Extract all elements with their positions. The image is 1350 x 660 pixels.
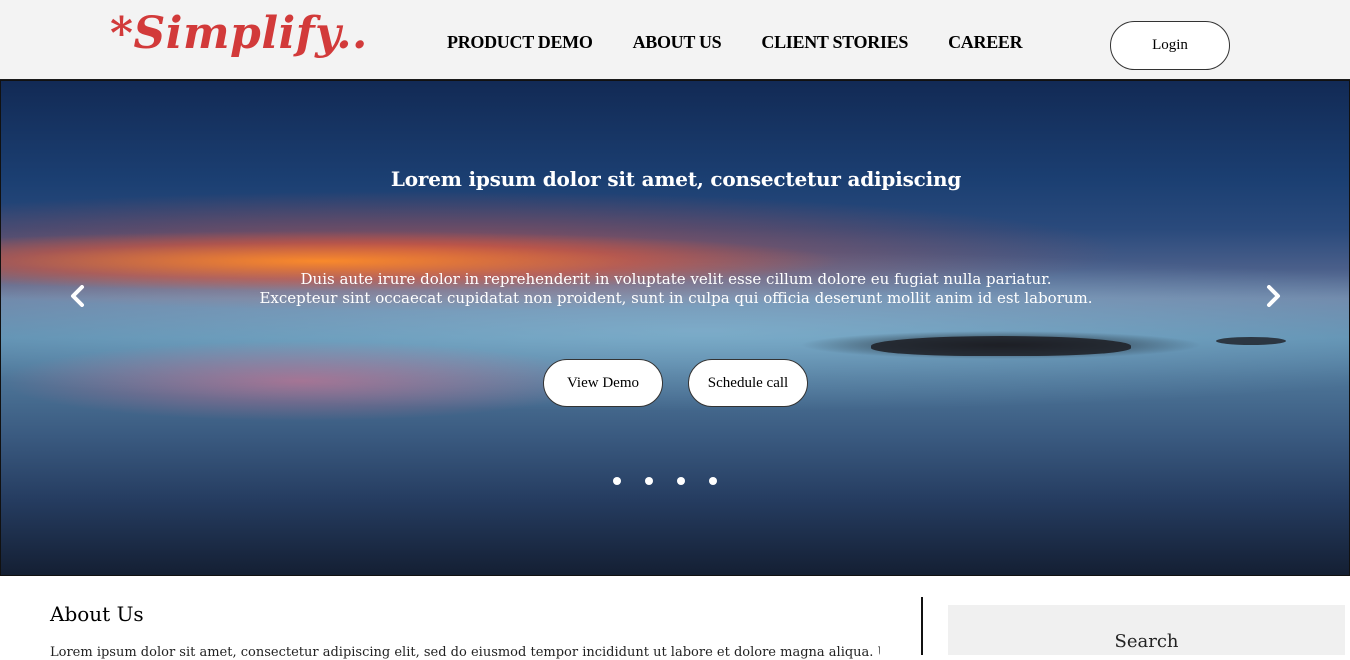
- hero-description: Duis aute irure dolor in reprehenderit i…: [1, 270, 1349, 308]
- hero-image-rock-small: [1216, 337, 1286, 345]
- about-us-heading: About Us: [50, 602, 144, 626]
- carousel-prev-button[interactable]: [65, 281, 89, 311]
- vertical-divider: [921, 597, 923, 655]
- nav-client-stories[interactable]: CLIENT STORIES: [761, 32, 908, 53]
- nav-career[interactable]: CAREER: [948, 32, 1023, 53]
- hero-title: Lorem ipsum dolor sit amet, consectetur …: [390, 167, 962, 191]
- hero-text-line-2: Excepteur sint occaecat cupidatat non pr…: [259, 289, 1093, 307]
- chevron-right-icon: [1267, 285, 1280, 307]
- search-heading: Search: [1114, 631, 1179, 652]
- view-demo-button[interactable]: View Demo: [543, 359, 663, 407]
- nav-product-demo[interactable]: PRODUCT DEMO: [447, 32, 593, 53]
- logo[interactable]: *Simplify..: [110, 8, 368, 59]
- chevron-left-icon: [71, 285, 84, 307]
- hero-carousel: Lorem ipsum dolor sit amet, consectetur …: [0, 80, 1350, 576]
- hero-text-line-1: Duis aute irure dolor in reprehenderit i…: [300, 270, 1052, 288]
- carousel-next-button[interactable]: [1262, 281, 1286, 311]
- search-sidebar: Search: [948, 605, 1345, 655]
- schedule-call-button[interactable]: Schedule call: [688, 359, 808, 407]
- carousel-dot-3[interactable]: [677, 477, 685, 485]
- nav-about-us[interactable]: ABOUT US: [633, 32, 722, 53]
- about-us-text: Lorem ipsum dolor sit amet, consectetur …: [50, 645, 880, 660]
- hero-image-rock: [871, 336, 1131, 356]
- carousel-dot-4[interactable]: [709, 477, 717, 485]
- carousel-dot-1[interactable]: [613, 477, 621, 485]
- login-button[interactable]: Login: [1110, 21, 1230, 70]
- carousel-indicators: [613, 477, 717, 485]
- carousel-dot-2[interactable]: [645, 477, 653, 485]
- site-header: *Simplify.. PRODUCT DEMO ABOUT US CLIENT…: [0, 0, 1350, 80]
- main-nav: PRODUCT DEMO ABOUT US CLIENT STORIES CAR…: [447, 32, 1023, 53]
